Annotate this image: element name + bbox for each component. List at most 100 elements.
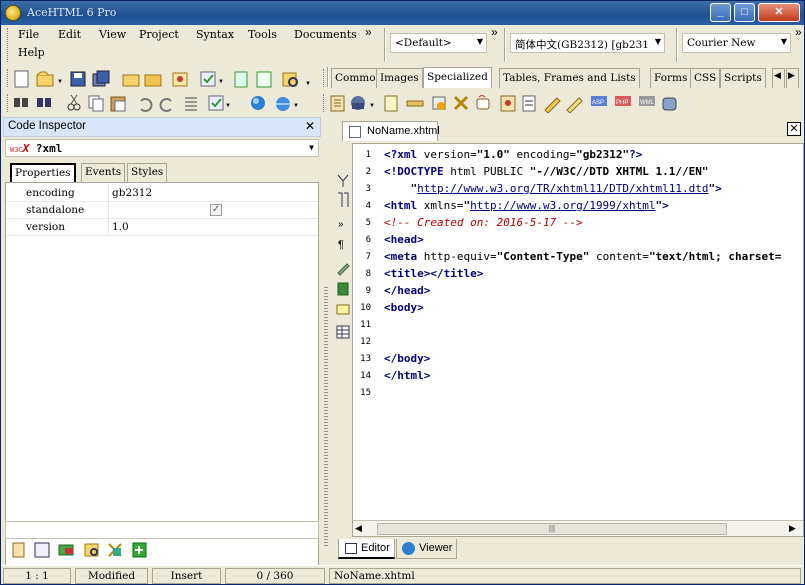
undo-icon[interactable] <box>140 98 153 112</box>
tag-select-icon[interactable] <box>337 174 349 187</box>
upload-icon[interactable] <box>172 72 188 87</box>
wml-icon[interactable]: WML <box>639 96 655 106</box>
indent-icon[interactable] <box>185 97 197 111</box>
close-document-icon[interactable]: ✕ <box>787 122 801 136</box>
object-icon[interactable] <box>500 95 516 112</box>
template-icon[interactable] <box>200 71 216 87</box>
property-row[interactable]: standalone ✓ <box>6 202 318 219</box>
open-project-icon[interactable] <box>122 74 140 87</box>
tab-events[interactable]: Events <box>81 163 126 182</box>
menu-edit[interactable]: Edit <box>58 28 81 41</box>
note-icon[interactable] <box>336 304 350 315</box>
new-file-icon[interactable] <box>14 70 29 88</box>
document-tab[interactable]: NoName.xhtml <box>342 121 440 141</box>
find-next-icon[interactable] <box>37 98 51 107</box>
menu-view[interactable]: View <box>99 28 126 41</box>
close-panel-icon[interactable]: ✕ <box>305 119 315 133</box>
highlighter-icon[interactable] <box>566 97 583 113</box>
panel-splitter[interactable] <box>321 117 331 565</box>
code-inspector-icon[interactable] <box>34 542 50 558</box>
code-line[interactable]: <html xmlns="http://www.w3.org/1999/xhtm… <box>384 199 669 212</box>
copy-icon[interactable] <box>88 95 104 112</box>
maximize-button[interactable]: □ <box>734 3 755 22</box>
open-folder-icon[interactable] <box>36 71 54 87</box>
book-icon[interactable] <box>337 282 349 296</box>
tab-scroll-right-icon[interactable]: ▶ <box>786 68 799 88</box>
code-line[interactable]: <!-- Created on: 2016-5-17 --> <box>384 216 583 229</box>
applet-icon[interactable] <box>476 95 490 110</box>
code-line[interactable]: <?xml version="1.0" encoding="gb2312"?> <box>384 148 642 161</box>
toolbar-grip[interactable] <box>323 94 326 112</box>
tab-css[interactable]: CSS <box>690 68 721 88</box>
pencil-icon[interactable] <box>544 97 561 113</box>
file-explorer-icon[interactable] <box>58 544 74 556</box>
property-row[interactable]: version 1.0 <box>6 219 318 236</box>
find-icon[interactable] <box>14 98 28 107</box>
browser-icon[interactable] <box>276 97 290 111</box>
pilcrow-icon[interactable]: ¶ <box>338 239 344 251</box>
menu-documents[interactable]: Documents <box>294 28 357 41</box>
doctype-select[interactable]: <Default> ▼ <box>390 33 487 53</box>
php-icon[interactable]: PHP <box>615 96 631 106</box>
format-icon[interactable] <box>208 95 224 111</box>
font-select[interactable]: Courier New ▼ <box>682 33 791 53</box>
robot-icon[interactable] <box>662 97 677 111</box>
delete-icon[interactable] <box>453 95 469 111</box>
marquee-icon[interactable] <box>432 96 446 110</box>
plugin-icon[interactable] <box>351 96 365 110</box>
encoding-select[interactable]: 简体中文(GB2312) [gb231 ▼ <box>510 33 665 53</box>
table-icon[interactable] <box>336 325 350 339</box>
hr-icon[interactable] <box>406 100 424 107</box>
code-editor[interactable]: 1 <?xml version="1.0" encoding="gb2312"?>… <box>352 143 804 537</box>
comment-icon[interactable] <box>384 95 398 112</box>
tab-editor[interactable]: Editor <box>338 539 395 559</box>
code-line[interactable]: <meta http-equiv="Content-Type" content=… <box>384 250 781 263</box>
property-row[interactable]: encoding gb2312 <box>6 185 318 202</box>
toolbar-grip[interactable] <box>323 69 326 87</box>
code-line[interactable]: </body> <box>384 352 430 365</box>
save-icon[interactable] <box>70 71 86 87</box>
save-all-icon[interactable] <box>92 70 110 87</box>
toolbar-grip[interactable] <box>7 69 10 87</box>
scroll-right-icon[interactable]: ▶ <box>789 523 796 534</box>
scroll-left-icon[interactable]: ◀ <box>355 523 362 534</box>
clipboard-icon[interactable] <box>12 542 25 558</box>
tab-scripts[interactable]: Scripts <box>720 68 766 88</box>
code-line[interactable]: <head> <box>384 233 424 246</box>
code-line[interactable]: </head> <box>384 284 430 297</box>
bookmark-icon[interactable] <box>338 192 349 207</box>
code-line[interactable]: </html> <box>384 369 430 382</box>
redo-icon[interactable] <box>159 98 172 112</box>
form-icon[interactable] <box>330 95 345 112</box>
menu-file[interactable]: File <box>18 28 39 41</box>
code-line[interactable]: <!DOCTYPE html PUBLIC "-//W3C//DTD XHTML… <box>384 165 709 178</box>
menu-syntax[interactable]: Syntax <box>196 28 234 41</box>
find-files-icon[interactable] <box>282 72 298 87</box>
toolbar-overflow-icon[interactable]: » <box>795 25 802 39</box>
checklist-icon[interactable] <box>256 71 272 88</box>
clip-library-icon[interactable] <box>108 543 122 557</box>
menu-tools[interactable]: Tools <box>248 28 277 41</box>
scrollbar-thumb[interactable]: ||| <box>377 523 727 535</box>
tab-scroll-left-icon[interactable]: ◀ <box>772 68 785 88</box>
code-line[interactable]: "http://www.w3.org/TR/xhtml11/DTD/xhtml1… <box>384 182 722 195</box>
tab-properties[interactable]: Properties <box>10 163 76 182</box>
tab-images[interactable]: Images <box>376 68 423 88</box>
tab-forms[interactable]: Forms <box>650 68 692 88</box>
validate-icon[interactable] <box>234 71 248 88</box>
standalone-checkbox[interactable]: ✓ <box>210 204 222 216</box>
menu-help[interactable]: Help <box>18 46 45 59</box>
menu-project[interactable]: Project <box>139 28 179 41</box>
pen-icon[interactable] <box>337 263 350 276</box>
menubar-overflow-icon[interactable]: » <box>365 25 372 39</box>
tab-styles[interactable]: Styles <box>127 163 168 182</box>
asp-icon[interactable]: ASP <box>591 96 607 106</box>
preview-icon[interactable] <box>251 96 265 110</box>
project-folder-icon[interactable] <box>144 74 162 87</box>
toolbar-grip[interactable] <box>7 94 10 112</box>
tab-tables-frames-lists[interactable]: Tables, Frames and Lists <box>499 68 640 88</box>
expand-icon[interactable]: » <box>338 219 344 230</box>
tab-specialized[interactable]: Specialized <box>423 67 492 88</box>
cut-icon[interactable] <box>67 94 81 111</box>
horizontal-scrollbar[interactable]: ◀ ||| ▶ <box>353 520 803 536</box>
